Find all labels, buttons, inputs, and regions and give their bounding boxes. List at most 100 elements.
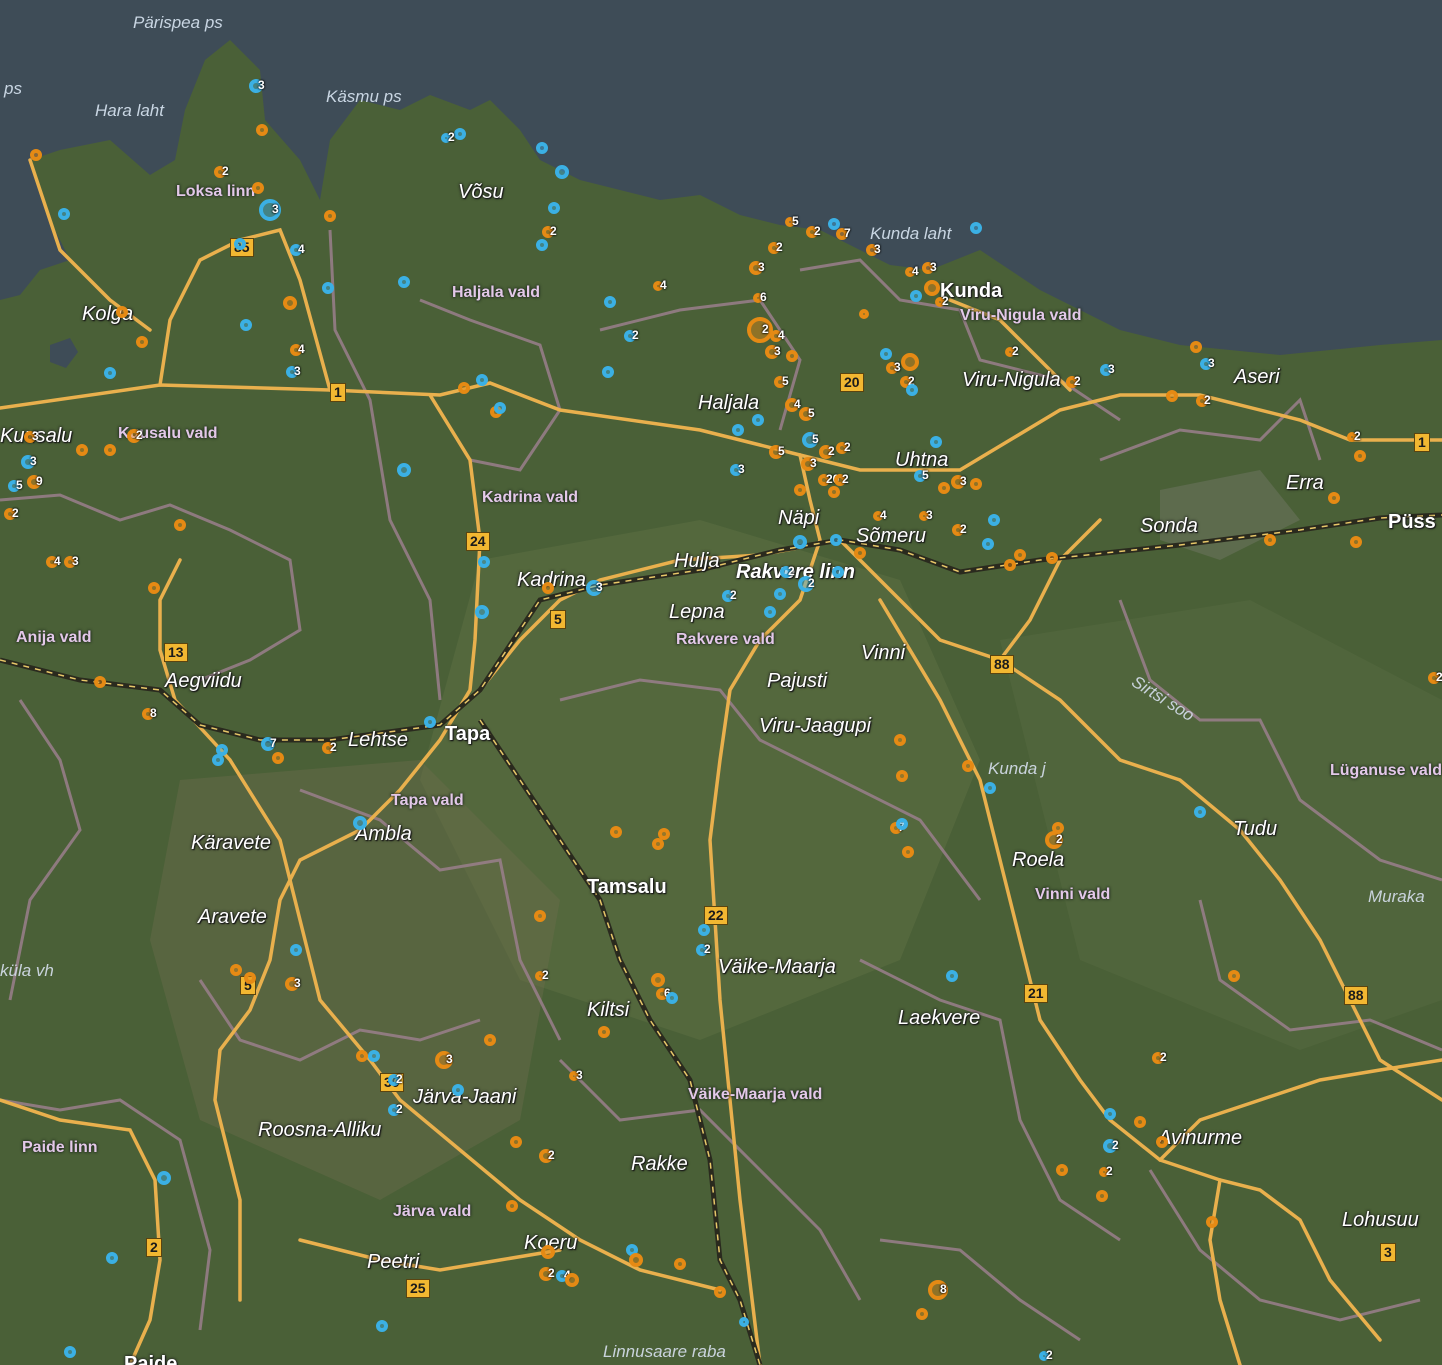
blue-data-marker[interactable] (454, 128, 466, 140)
orange-data-marker[interactable] (116, 306, 128, 318)
place-label-jarva-jaani[interactable]: Järva-Jaani (413, 1087, 516, 1107)
orange-data-marker[interactable] (970, 478, 982, 490)
blue-data-marker[interactable] (240, 319, 252, 331)
blue-data-marker[interactable] (368, 1050, 380, 1062)
place-label-lepna[interactable]: Lepna (669, 602, 725, 622)
orange-data-marker[interactable] (283, 296, 297, 310)
orange-data-marker[interactable] (1264, 534, 1276, 546)
blue-data-marker[interactable] (478, 556, 490, 568)
orange-data-marker[interactable] (901, 353, 919, 371)
orange-data-marker[interactable] (916, 1308, 928, 1320)
orange-data-marker[interactable] (1190, 341, 1202, 353)
blue-data-marker[interactable] (604, 296, 616, 308)
blue-data-marker[interactable] (910, 290, 922, 302)
orange-data-marker[interactable] (1046, 552, 1058, 564)
place-label-peetri[interactable]: Peetri (367, 1252, 419, 1272)
orange-data-marker[interactable] (651, 973, 665, 987)
orange-data-marker[interactable] (1134, 1116, 1146, 1128)
place-label-aegviidu[interactable]: Aegviidu (165, 671, 242, 691)
orange-data-marker[interactable] (786, 350, 798, 362)
blue-data-marker[interactable] (982, 538, 994, 550)
orange-data-marker[interactable] (674, 1258, 686, 1270)
place-label-aravete[interactable]: Aravete (198, 907, 267, 927)
place-label-tamsalu[interactable]: Tamsalu (587, 877, 667, 897)
orange-data-marker[interactable] (542, 582, 554, 594)
blue-data-marker[interactable] (424, 716, 436, 728)
orange-data-marker[interactable] (902, 846, 914, 858)
map-canvas[interactable]: Pärispea ps Käsmu ps Hara laht ps Kunda … (0, 0, 1442, 1365)
blue-data-marker[interactable] (906, 384, 918, 396)
blue-data-marker[interactable] (476, 374, 488, 386)
orange-data-marker[interactable] (76, 444, 88, 456)
orange-data-marker[interactable] (244, 972, 256, 984)
orange-data-marker[interactable] (506, 1200, 518, 1212)
orange-data-marker[interactable] (136, 336, 148, 348)
blue-data-marker[interactable] (970, 222, 982, 234)
blue-data-marker[interactable] (666, 992, 678, 1004)
blue-data-marker[interactable] (764, 606, 776, 618)
blue-data-marker[interactable] (216, 744, 228, 756)
orange-data-marker[interactable] (174, 519, 186, 531)
place-label-tudu[interactable]: Tudu (1233, 819, 1277, 839)
orange-data-marker[interactable] (714, 1286, 726, 1298)
blue-data-marker[interactable] (752, 414, 764, 426)
place-label-haljala[interactable]: Haljala (698, 393, 759, 413)
blue-data-marker[interactable] (830, 534, 842, 546)
orange-data-marker[interactable] (484, 1034, 496, 1046)
orange-data-marker[interactable] (828, 486, 840, 498)
blue-data-marker[interactable] (832, 566, 844, 578)
place-label-someru[interactable]: Sõmeru (856, 526, 926, 546)
orange-data-marker[interactable] (534, 910, 546, 922)
blue-data-marker[interactable] (774, 588, 786, 600)
orange-data-marker[interactable] (1014, 549, 1026, 561)
orange-data-marker[interactable] (94, 676, 106, 688)
orange-data-marker[interactable] (148, 582, 160, 594)
blue-data-marker[interactable] (548, 202, 560, 214)
place-label-avinurme[interactable]: Avinurme (1158, 1128, 1242, 1148)
place-label-roosna-alliku[interactable]: Roosna-Alliku (258, 1120, 381, 1140)
orange-data-marker[interactable] (458, 382, 470, 394)
orange-data-marker[interactable] (747, 317, 773, 343)
blue-data-marker[interactable] (376, 1320, 388, 1332)
blue-data-marker[interactable] (1194, 806, 1206, 818)
orange-data-marker[interactable] (1166, 390, 1178, 402)
orange-data-marker[interactable] (598, 1026, 610, 1038)
orange-data-marker[interactable] (859, 309, 869, 319)
blue-data-marker[interactable] (602, 366, 614, 378)
blue-data-marker[interactable] (322, 282, 334, 294)
blue-data-marker[interactable] (452, 1084, 464, 1096)
blue-data-marker[interactable] (475, 605, 489, 619)
place-label-karavete[interactable]: Käravete (191, 833, 271, 853)
blue-data-marker[interactable] (106, 1252, 118, 1264)
orange-data-marker[interactable] (962, 760, 974, 772)
orange-data-marker[interactable] (1350, 536, 1362, 548)
blue-data-marker[interactable] (880, 348, 892, 360)
place-label-kunda[interactable]: Kunda (940, 281, 1002, 301)
orange-data-marker[interactable] (1228, 970, 1240, 982)
place-label-aseri[interactable]: Aseri (1234, 367, 1280, 387)
orange-data-marker[interactable] (356, 1050, 368, 1062)
orange-data-marker[interactable] (30, 149, 42, 161)
orange-data-marker[interactable] (541, 1245, 555, 1259)
blue-data-marker[interactable] (64, 1346, 76, 1358)
blue-data-marker[interactable] (555, 165, 569, 179)
orange-data-marker[interactable] (896, 770, 908, 782)
blue-data-marker[interactable] (739, 1317, 749, 1327)
orange-data-marker[interactable] (1052, 822, 1064, 834)
orange-data-marker[interactable] (610, 826, 622, 838)
place-label-viru-jaagupi[interactable]: Viru-Jaagupi (759, 716, 871, 736)
orange-data-marker[interactable] (565, 1273, 579, 1287)
orange-data-marker[interactable] (629, 1253, 643, 1267)
orange-data-marker[interactable] (510, 1136, 522, 1148)
orange-data-marker[interactable] (104, 444, 116, 456)
orange-data-marker[interactable] (1096, 1190, 1108, 1202)
orange-data-marker[interactable] (1156, 1136, 1168, 1148)
blue-data-marker[interactable] (157, 1171, 171, 1185)
blue-data-marker[interactable] (104, 367, 116, 379)
orange-data-marker[interactable] (794, 484, 806, 496)
blue-data-marker[interactable] (698, 924, 710, 936)
place-label-kiltsi[interactable]: Kiltsi (587, 1000, 629, 1020)
orange-data-marker[interactable] (894, 734, 906, 746)
blue-data-marker[interactable] (988, 514, 1000, 526)
blue-data-marker[interactable] (1104, 1108, 1116, 1120)
